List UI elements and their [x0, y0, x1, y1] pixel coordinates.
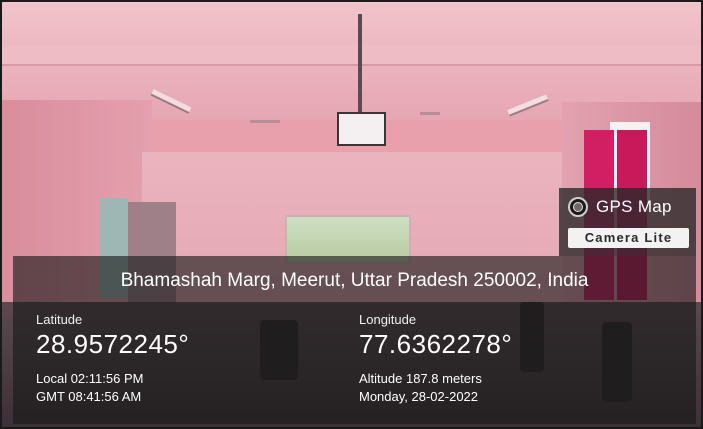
- app-edition: Camera Lite: [568, 228, 689, 248]
- longitude-value: 77.6362278°: [359, 329, 513, 359]
- photo-frame: GPS Map Camera Lite Bhamashah Marg, Meer…: [0, 0, 703, 429]
- date-text: Monday, 28-02-2022: [359, 389, 479, 404]
- longitude-block: Longitude 77.6362278° Altitude 187.8 met…: [359, 312, 512, 406]
- latitude-label: Latitude: [36, 312, 83, 327]
- app-name: GPS Map: [596, 197, 672, 216]
- projector: [337, 112, 386, 146]
- latitude-value: 28.9572245°: [36, 329, 190, 359]
- location-info-panel: Bhamashah Marg, Meerut, Uttar Pradesh 25…: [13, 256, 696, 424]
- ceiling-beam: [2, 46, 701, 66]
- gmt-time: GMT 08:41:56 AM: [36, 389, 142, 404]
- camera-lens-icon: [568, 197, 588, 217]
- address-text: Bhamashah Marg, Meerut, Uttar Pradesh 25…: [120, 270, 589, 291]
- local-time: Local 02:11:56 PM: [36, 371, 144, 386]
- longitude-label: Longitude: [359, 312, 417, 327]
- altitude-text: Altitude 187.8 meters: [359, 371, 482, 386]
- ceiling-fan: [420, 112, 440, 115]
- app-watermark: GPS Map Camera Lite: [559, 188, 696, 256]
- ceiling-fan: [250, 120, 280, 123]
- projector-rod: [358, 14, 362, 114]
- latitude-block: Latitude 28.9572245° Local 02:11:56 PM G…: [36, 312, 189, 406]
